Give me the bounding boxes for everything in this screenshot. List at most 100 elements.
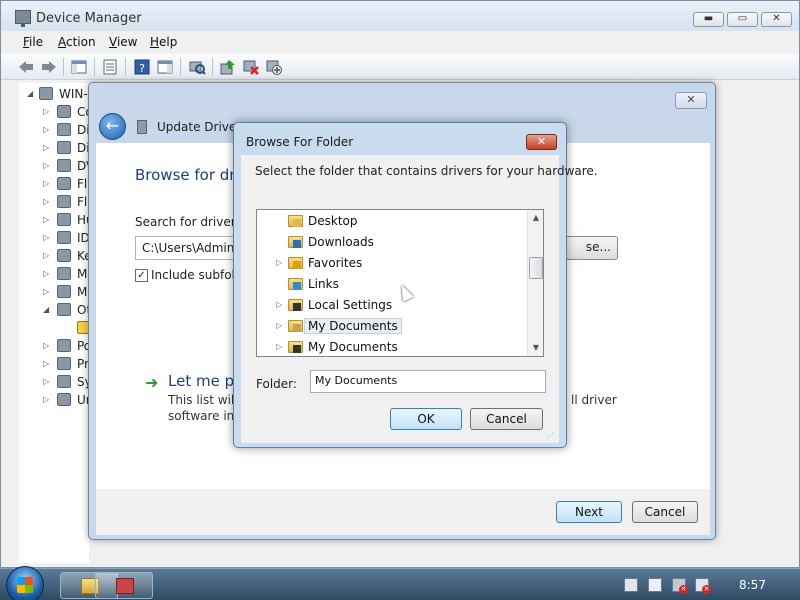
- expand-arrow-icon[interactable]: ▷: [43, 269, 49, 278]
- tree-item[interactable]: ▷ Ke: [19, 247, 91, 265]
- expand-arrow-icon[interactable]: ▷: [43, 377, 49, 386]
- close-button[interactable]: ✕: [761, 12, 792, 27]
- action-pane-icon[interactable]: [156, 58, 174, 76]
- expand-arrow-icon[interactable]: ▷: [43, 143, 49, 152]
- green-arrow-icon: ➜: [145, 373, 159, 392]
- expand-arrow-icon[interactable]: ▷: [43, 359, 49, 368]
- expand-arrow-icon[interactable]: ▷: [276, 258, 282, 267]
- update-driver-close-button[interactable]: ✕: [675, 92, 707, 109]
- tree-item[interactable]: ▷ Fl: [19, 175, 89, 193]
- folder-name-input[interactable]: My Documents: [310, 370, 546, 393]
- menu-help[interactable]: Help: [150, 35, 177, 49]
- folder-tree-item[interactable]: ▷ Favorites: [257, 253, 528, 274]
- back-arrow-icon[interactable]: [17, 58, 35, 76]
- tree-item[interactable]: ▷ Pr: [19, 355, 89, 373]
- disable-device-icon[interactable]: [265, 58, 283, 76]
- folder-tree-item-label: Links: [308, 277, 339, 291]
- expand-arrow-icon[interactable]: ▷: [43, 251, 49, 260]
- start-button[interactable]: [6, 566, 44, 600]
- tree-item[interactable]: ▷ Di: [19, 121, 90, 139]
- menu-action-hotkey: A: [58, 35, 66, 49]
- expand-arrow-icon[interactable]: ▷: [43, 197, 49, 206]
- resize-grip-icon[interactable]: ⋰: [546, 431, 556, 441]
- expand-arrow-icon[interactable]: ▷: [43, 107, 49, 116]
- tree-item[interactable]: ▷ Sy: [19, 373, 91, 391]
- update-driver-icon[interactable]: [219, 58, 237, 76]
- cancel-button[interactable]: Cancel: [632, 501, 698, 523]
- folder-tree[interactable]: Desktop Downloads ▷ Favorites Links ▷ Local Se…: [256, 209, 544, 357]
- toolbar-separator: [63, 58, 64, 76]
- action-center-icon[interactable]: [624, 578, 638, 592]
- dvd-drive-icon: [57, 159, 71, 172]
- properties-icon[interactable]: [101, 58, 119, 76]
- collapse-arrow-icon[interactable]: ◢: [43, 305, 49, 314]
- clock[interactable]: 8:57: [739, 578, 766, 592]
- tree-item[interactable]: ◢ Ot: [19, 301, 91, 319]
- expand-arrow-icon[interactable]: ▷: [276, 342, 282, 351]
- menu-view[interactable]: View: [109, 35, 137, 49]
- power-icon[interactable]: ✕: [672, 578, 688, 594]
- let-me-pick-link[interactable]: Let me pi: [168, 372, 238, 390]
- expand-arrow-icon[interactable]: ▷: [276, 321, 282, 330]
- title-bar[interactable]: Device Manager ▬ ▭ ✕: [1, 1, 799, 31]
- expand-arrow-icon[interactable]: ▷: [43, 395, 49, 404]
- tree-root-computer[interactable]: ◢ WIN-: [19, 85, 89, 103]
- tree-item[interactable]: ▷Co: [19, 103, 91, 121]
- folder-tree-item-label: My Documents: [308, 340, 398, 354]
- include-subfolders-checkbox[interactable]: ✓: [135, 269, 148, 282]
- expand-arrow-icon[interactable]: ▷: [43, 287, 49, 296]
- browse-close-button[interactable]: ✕: [526, 134, 557, 150]
- browse-cancel-button[interactable]: Cancel: [470, 408, 543, 430]
- tree-item[interactable]: ▷ M: [19, 283, 89, 301]
- documents-folder-icon: [288, 320, 303, 332]
- forward-arrow-icon[interactable]: [40, 58, 58, 76]
- shortcut-folder-icon: [288, 341, 303, 353]
- expand-arrow-icon[interactable]: ▷: [276, 300, 282, 309]
- tree-item[interactable]: ▷ Mi: [19, 265, 91, 283]
- network-icon[interactable]: [648, 578, 662, 592]
- folder-badge-icon: [293, 282, 301, 290]
- tree-item[interactable]: ▷DV: [19, 157, 91, 175]
- show-hide-console-tree-icon[interactable]: [70, 58, 88, 76]
- folder-tree-item[interactable]: ▷ Local Settings: [257, 295, 528, 316]
- tree-item[interactable]: ▷ ID: [19, 229, 90, 247]
- tree-item[interactable]: ▷ Fl: [19, 193, 89, 211]
- device-tree[interactable]: ◢ WIN- ▷Co▷Di▷Di▷DV▷Fl▷Fl▷Hu▷ID▷Ke▷Mi▷M◢…: [19, 83, 91, 563]
- menu-action[interactable]: Action: [58, 35, 96, 49]
- expand-arrow-icon[interactable]: ▷: [43, 161, 49, 170]
- folder-tree-item[interactable]: ▷ My Documents: [257, 316, 528, 337]
- expand-arrow-icon[interactable]: ▷: [43, 125, 49, 134]
- tree-item[interactable]: ▷ Di: [19, 139, 90, 157]
- expand-arrow-icon[interactable]: ▷: [43, 233, 49, 242]
- minimize-button[interactable]: ▬: [693, 12, 724, 27]
- let-me-pick-description-line2: software in t: [168, 409, 243, 423]
- folder-tree-item[interactable]: Downloads: [257, 232, 528, 253]
- taskbar-device-manager-button[interactable]: [95, 572, 153, 599]
- tree-item[interactable]: ▷Hu: [19, 211, 91, 229]
- next-button[interactable]: Next: [556, 501, 622, 523]
- volume-muted-icon[interactable]: ✕: [695, 578, 711, 594]
- back-button[interactable]: ←: [99, 113, 126, 140]
- expand-arrow-icon[interactable]: ▷: [43, 341, 49, 350]
- folder-tree-item[interactable]: Links: [257, 274, 528, 295]
- scroll-down-button[interactable]: ▼: [528, 340, 543, 356]
- scroll-thumb[interactable]: [529, 257, 543, 279]
- scroll-up-button[interactable]: ▲: [528, 210, 543, 226]
- folder-tree-item[interactable]: Desktop: [257, 211, 528, 232]
- folder-tree-scrollbar[interactable]: ▲ ▼: [527, 210, 543, 356]
- expand-arrow-icon[interactable]: ▷: [43, 179, 49, 188]
- tree-item[interactable]: ▷ Po: [19, 337, 91, 355]
- tree-item[interactable]: ▷ Ur: [19, 391, 91, 409]
- help-icon[interactable]: ?: [133, 58, 151, 76]
- uninstall-icon[interactable]: [242, 58, 260, 76]
- folder-tree-item[interactable]: ▷ My Documents: [257, 337, 528, 356]
- ok-button[interactable]: OK: [390, 408, 462, 430]
- tree-item[interactable]: [19, 319, 91, 337]
- scan-hardware-icon[interactable]: [188, 58, 206, 76]
- ports-icon: [57, 339, 71, 352]
- next-button-label: Next: [575, 505, 603, 519]
- expand-arrow-icon[interactable]: ▷: [43, 215, 49, 224]
- collapse-arrow-icon[interactable]: ◢: [27, 89, 33, 98]
- maximize-button[interactable]: ▭: [727, 12, 758, 27]
- menu-file[interactable]: File: [23, 35, 43, 49]
